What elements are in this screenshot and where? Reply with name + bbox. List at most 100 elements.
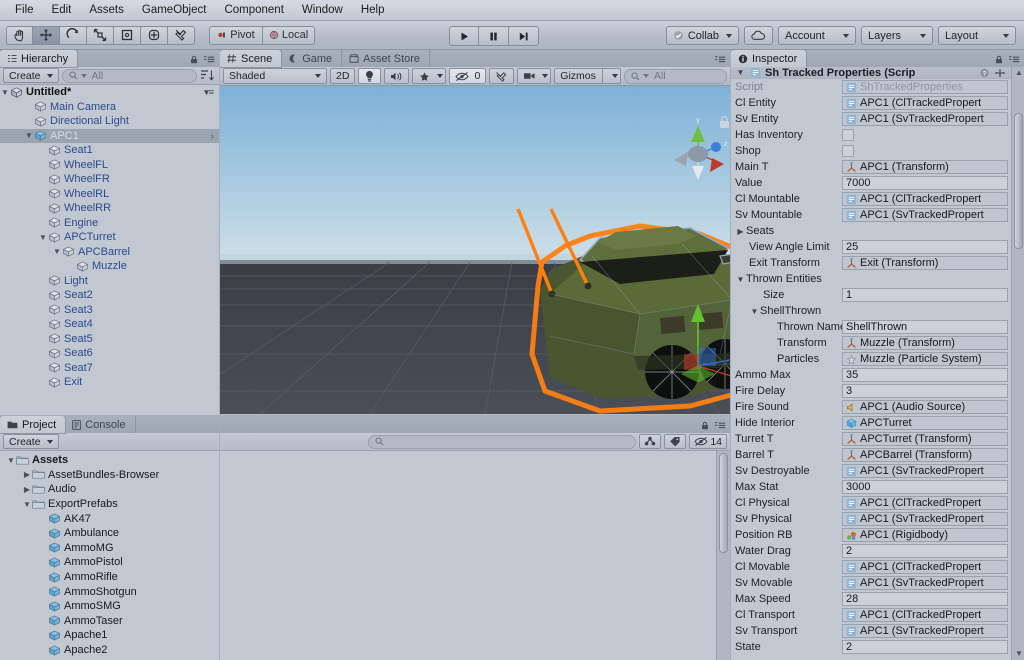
chevron-icon[interactable]: ▼ xyxy=(22,500,32,509)
inspector-text-input[interactable]: 2 xyxy=(842,544,1008,558)
inspector-object-field[interactable]: Muzzle (Particle System) xyxy=(842,352,1008,366)
inspector-object-field[interactable]: APCTurret (Transform) xyxy=(842,432,1008,446)
inspector-object-field[interactable]: APC1 (SvTrackedPropert xyxy=(842,208,1008,222)
lock-icon[interactable] xyxy=(190,55,198,64)
hierarchy-item-seat2[interactable]: Seat2 xyxy=(0,288,219,303)
hierarchy-item-directional light[interactable]: Directional Light xyxy=(0,114,219,129)
scroll-up-arrow[interactable]: ▲ xyxy=(1015,68,1023,77)
inspector-text-input[interactable]: 7000 xyxy=(842,176,1008,190)
hierarchy-search-input[interactable]: All xyxy=(61,68,197,83)
hierarchy-item-apcbarrel[interactable]: ▼ APCBarrel xyxy=(0,245,219,260)
chevron-icon[interactable]: ▼ xyxy=(735,275,746,284)
project-label-button[interactable] xyxy=(664,434,687,449)
chevron-icon[interactable]: ▼ xyxy=(749,307,760,316)
hierarchy-create-button[interactable]: Create xyxy=(3,68,59,83)
project-item-ammomg[interactable]: AmmoMG xyxy=(0,541,712,556)
scene-search-input[interactable]: All xyxy=(623,68,727,84)
hierarchy-tree[interactable]: ▼ Untitled* ▾≡ Main Camera Directional Li… xyxy=(0,85,219,415)
rect-tool-button[interactable] xyxy=(114,25,141,45)
hierarchy-item-seat5[interactable]: Seat5 xyxy=(0,332,219,347)
project-item-audio[interactable]: ▶ Audio xyxy=(0,482,712,497)
splitter-hierarchy-scene[interactable] xyxy=(219,50,220,660)
project-item-ammotaser[interactable]: AmmoTaser xyxy=(0,614,712,629)
inspector-object-field[interactable]: APC1 (SvTrackedPropert xyxy=(842,112,1008,126)
play-button[interactable] xyxy=(449,26,479,46)
chevron-icon[interactable]: ▶ xyxy=(22,470,32,479)
component-header-shtrackedproperties[interactable]: ▼ Sh Tracked Properties (Scrip ? xyxy=(731,67,1024,79)
tab-hierarchy[interactable]: Hierarchy xyxy=(0,50,78,67)
inspector-text-input[interactable]: 25 xyxy=(842,240,1008,254)
chevron-icon[interactable]: ▶ xyxy=(735,227,746,236)
panel-menu-icon[interactable] xyxy=(1008,55,1020,64)
scroll-down-arrow[interactable]: ▼ xyxy=(1015,649,1023,658)
menu-window[interactable]: Window xyxy=(293,2,352,18)
scene-camera-button[interactable] xyxy=(517,68,552,84)
preset-icon[interactable] xyxy=(994,68,1006,78)
hierarchy-item-seat6[interactable]: Seat6 xyxy=(0,346,219,361)
inspector-text-input[interactable]: 3000 xyxy=(842,480,1008,494)
inspector-object-field[interactable]: Exit (Transform) xyxy=(842,256,1008,270)
chevron-down-icon[interactable]: ▼ xyxy=(38,233,48,242)
inspector-object-field[interactable]: APC1 (Audio Source) xyxy=(842,400,1008,414)
tab-console[interactable]: Console xyxy=(65,416,136,433)
project-item-ak47[interactable]: AK47 xyxy=(0,511,712,526)
project-item-ammorifle[interactable]: AmmoRifle xyxy=(0,570,712,585)
hierarchy-item-seat3[interactable]: Seat3 xyxy=(0,303,219,318)
scene-options-icon[interactable]: ▾≡ xyxy=(204,87,219,98)
hierarchy-item-exit[interactable]: Exit xyxy=(0,375,219,390)
hierarchy-item-wheelfl[interactable]: WheelFL xyxy=(0,158,219,173)
project-create-button[interactable]: Create xyxy=(3,434,59,449)
inspector-text-input[interactable]: 2 xyxy=(842,640,1008,654)
audio-toggle-button[interactable] xyxy=(384,68,410,84)
project-item-ammoshotgun[interactable]: AmmoShotgun xyxy=(0,584,712,599)
chevron-down-icon[interactable]: ▼ xyxy=(735,68,746,77)
panel-menu-icon[interactable] xyxy=(714,421,726,430)
move-tool-button[interactable] xyxy=(33,25,60,45)
inspector-vertical-scrollbar[interactable]: ▲ ▼ xyxy=(1011,67,1024,660)
splitter-scene-project[interactable] xyxy=(0,415,730,416)
hierarchy-item-wheelfr[interactable]: WheelFR xyxy=(0,172,219,187)
menu-help[interactable]: Help xyxy=(352,2,394,18)
account-button[interactable]: Account xyxy=(778,26,856,45)
scene-tools-button[interactable] xyxy=(489,68,515,84)
project-vertical-scrollbar[interactable] xyxy=(716,451,730,660)
lock-icon[interactable] xyxy=(701,421,709,430)
inspector-text-input[interactable]: 3 xyxy=(842,384,1008,398)
inspector-text-input[interactable]: 35 xyxy=(842,368,1008,382)
inspector-text-input[interactable]: 1 xyxy=(842,288,1008,302)
project-scroll-thumb[interactable] xyxy=(719,453,728,553)
inspector-object-field[interactable]: APCBarrel (Transform) xyxy=(842,448,1008,462)
inspector-object-field[interactable]: APCTurret xyxy=(842,416,1008,430)
project-item-assets[interactable]: ▼ Assets xyxy=(0,453,712,468)
inspector-object-field[interactable]: APC1 (Rigidbody) xyxy=(842,528,1008,542)
sort-icon[interactable] xyxy=(200,69,216,82)
inspector-checkbox[interactable] xyxy=(842,129,854,141)
inspector-object-field[interactable]: Muzzle (Transform) xyxy=(842,336,1008,350)
scale-tool-button[interactable] xyxy=(87,25,114,45)
local-button[interactable]: Local xyxy=(263,25,315,45)
inspector-text-input[interactable]: ShellThrown xyxy=(842,320,1008,334)
hierarchy-item-apc1[interactable]: ▼ APC1 › xyxy=(0,128,219,143)
scene-viewport[interactable]: y x z xyxy=(220,86,730,414)
hierarchy-item-seat4[interactable]: Seat4 xyxy=(0,317,219,332)
tab-inspector[interactable]: Inspector xyxy=(731,50,807,67)
inspector-checkbox[interactable] xyxy=(842,145,854,157)
expand-arrow-icon[interactable]: › xyxy=(211,131,219,141)
hierarchy-item-apcturret[interactable]: ▼ APCTurret xyxy=(0,230,219,245)
inspector-scroll-thumb[interactable] xyxy=(1014,113,1023,249)
menu-file[interactable]: File xyxy=(6,2,43,18)
hierarchy-item-wheelrr[interactable]: WheelRR xyxy=(0,201,219,216)
tab-asset-store[interactable]: Asset Store xyxy=(342,50,431,67)
layout-button[interactable]: Layout xyxy=(938,26,1016,45)
tab-scene[interactable]: Scene xyxy=(220,50,282,67)
hierarchy-item-muzzle[interactable]: Muzzle xyxy=(0,259,219,274)
tab-game[interactable]: Game xyxy=(281,50,343,67)
inspector-object-field[interactable]: APC1 (ClTrackedPropert xyxy=(842,496,1008,510)
cloud-button[interactable] xyxy=(744,26,773,45)
chevron-icon[interactable]: ▼ xyxy=(6,456,16,465)
lock-icon[interactable] xyxy=(995,55,1003,64)
hierarchy-scene-root[interactable]: ▼ Untitled* ▾≡ xyxy=(0,85,219,100)
gizmos-dropdown[interactable]: Gizmos xyxy=(554,68,621,84)
hierarchy-item-light[interactable]: Light xyxy=(0,274,219,289)
splitter-scene-inspector[interactable] xyxy=(730,50,731,660)
